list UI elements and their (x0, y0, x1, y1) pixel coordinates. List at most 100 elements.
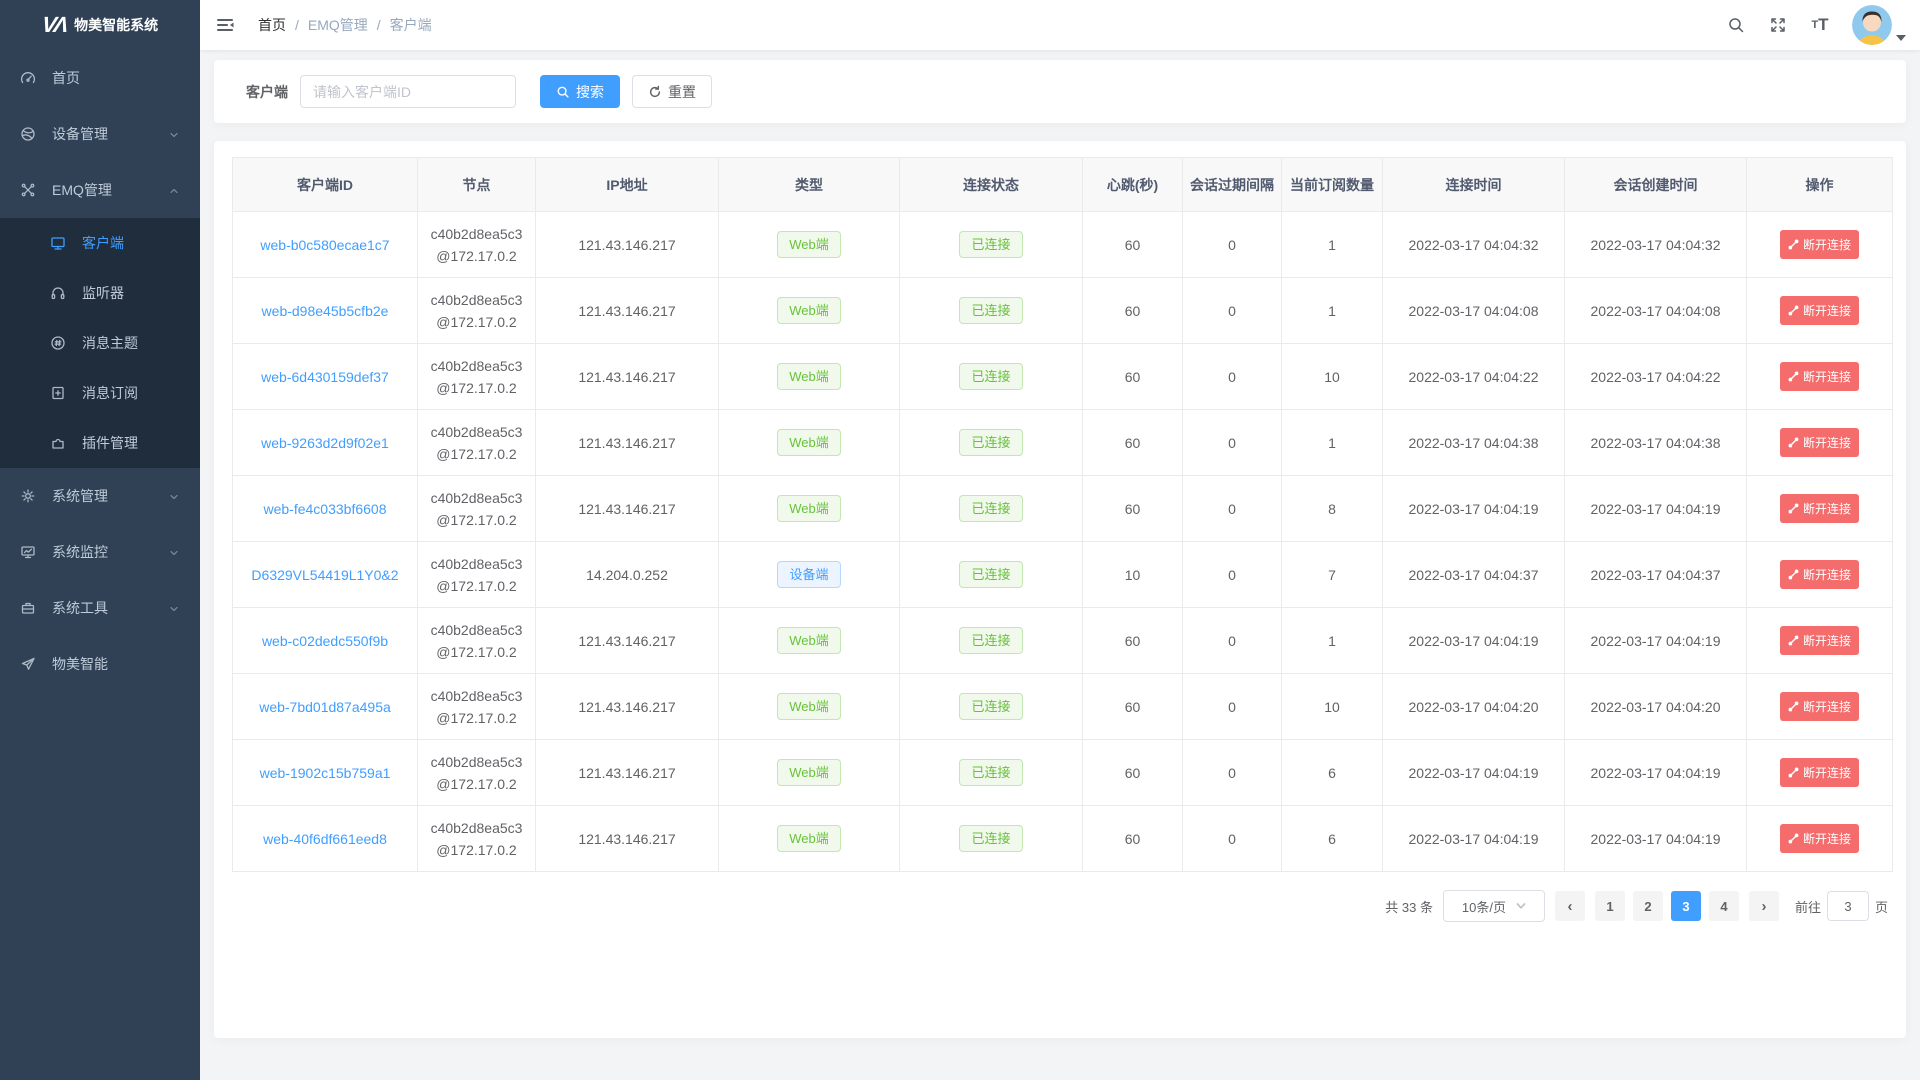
subscribe-icon (50, 385, 66, 401)
sidebar-item-emq[interactable]: EMQ管理 (0, 162, 200, 218)
ip-address: 121.43.146.217 (536, 740, 719, 806)
heartbeat-value: 60 (1083, 344, 1183, 410)
node-name: c40b2d8ea5c3 (418, 223, 535, 245)
status-badge: 已连接 (959, 825, 1022, 852)
column-header: 当前订阅数量 (1282, 158, 1383, 212)
connected-time: 2022-03-17 04:04:22 (1383, 344, 1565, 410)
status-badge: 已连接 (959, 627, 1022, 654)
fullscreen-button[interactable] (1762, 0, 1794, 50)
goto-page-input[interactable] (1827, 891, 1869, 921)
session-created-time: 2022-03-17 04:04:38 (1565, 410, 1747, 476)
sidebar-item-topics[interactable]: 消息主题 (0, 318, 200, 368)
client-id-link[interactable]: web-d98e45b5cfb2e (262, 303, 389, 319)
sidebar-item-plugins[interactable]: 插件管理 (0, 418, 200, 468)
disconnect-button[interactable]: 断开连接 (1780, 494, 1859, 523)
sidebar-item-clients[interactable]: 客户端 (0, 218, 200, 268)
disconnect-button[interactable]: 断开连接 (1780, 824, 1859, 853)
node-name: c40b2d8ea5c3 (418, 553, 535, 575)
client-id-link[interactable]: web-fe4c033bf6608 (264, 501, 387, 517)
status-badge: 已连接 (959, 297, 1022, 324)
session-expiry-value: 0 (1183, 542, 1282, 608)
search-button[interactable] (1720, 0, 1752, 50)
subscription-count: 8 (1282, 476, 1383, 542)
client-id-link[interactable]: web-7bd01d87a495a (259, 699, 391, 715)
disconnect-button[interactable]: 断开连接 (1780, 626, 1859, 655)
table-row: web-7bd01d87a495a c40b2d8ea5c3 @172.17.0… (233, 674, 1893, 740)
disconnect-button[interactable]: 断开连接 (1780, 560, 1859, 589)
sidebar: VΛ 物美智能系统 首页 设备管理 EMQ管理 客户端 监听器 (0, 0, 200, 1080)
chevron-down-icon (168, 128, 180, 140)
sidebar-item-wumei-smart[interactable]: 物美智能 (0, 636, 200, 692)
disconnect-button[interactable]: 断开连接 (1780, 296, 1859, 325)
ip-address: 14.204.0.252 (536, 542, 719, 608)
page-size-select[interactable]: 10条/页 (1443, 890, 1545, 922)
node-address: @172.17.0.2 (418, 377, 535, 399)
connected-time: 2022-03-17 04:04:37 (1383, 542, 1565, 608)
sidebar-item-home[interactable]: 首页 (0, 50, 200, 106)
disconnect-icon (1788, 239, 1799, 250)
search-submit-button[interactable]: 搜索 (540, 75, 620, 108)
app-logo: VΛ 物美智能系统 (0, 0, 200, 50)
subscription-count: 6 (1282, 740, 1383, 806)
breadcrumb-item-emq[interactable]: EMQ管理 (308, 15, 368, 35)
subscription-count: 10 (1282, 344, 1383, 410)
font-size-button[interactable]: TT (1804, 0, 1836, 50)
ip-address: 121.43.146.217 (536, 410, 719, 476)
column-header: 会话创建时间 (1565, 158, 1747, 212)
subscription-count: 1 (1282, 212, 1383, 278)
reset-button[interactable]: 重置 (632, 75, 712, 108)
node-address: @172.17.0.2 (418, 839, 535, 861)
session-created-time: 2022-03-17 04:04:22 (1565, 344, 1747, 410)
client-id-link[interactable]: web-9263d2d9f02e1 (261, 435, 389, 451)
client-id-link[interactable]: web-c02dedc550f9b (262, 633, 388, 649)
connected-time: 2022-03-17 04:04:20 (1383, 674, 1565, 740)
sidebar-item-system-monitor[interactable]: 系统监控 (0, 524, 200, 580)
ip-address: 121.43.146.217 (536, 476, 719, 542)
page-number-button[interactable]: 2 (1633, 891, 1663, 921)
next-page-button[interactable]: › (1749, 891, 1779, 921)
session-expiry-value: 0 (1183, 674, 1282, 740)
type-tag: Web端 (777, 825, 841, 852)
disconnect-button[interactable]: 断开连接 (1780, 362, 1859, 391)
device-globe-icon (20, 126, 36, 142)
client-id-link[interactable]: web-b0c580ecae1c7 (260, 237, 389, 253)
connected-time: 2022-03-17 04:04:19 (1383, 476, 1565, 542)
client-id-link[interactable]: D6329VL54419L1Y0&2 (251, 567, 398, 583)
column-header: 类型 (719, 158, 900, 212)
sidebar-item-system-admin[interactable]: 系统管理 (0, 468, 200, 524)
sidebar-item-label: EMQ管理 (52, 180, 168, 200)
node-address: @172.17.0.2 (418, 311, 535, 333)
client-id-input[interactable] (300, 75, 516, 108)
sidebar-item-listeners[interactable]: 监听器 (0, 268, 200, 318)
disconnect-button[interactable]: 断开连接 (1780, 692, 1859, 721)
sidebar-toggle-button[interactable] (200, 0, 250, 50)
disconnect-button[interactable]: 断开连接 (1780, 428, 1859, 457)
client-id-link[interactable]: web-1902c15b759a1 (260, 765, 391, 781)
user-menu[interactable] (1852, 5, 1906, 45)
sidebar-item-system-tools[interactable]: 系统工具 (0, 580, 200, 636)
table-row: web-6d430159def37 c40b2d8ea5c3 @172.17.0… (233, 344, 1893, 410)
connected-time: 2022-03-17 04:04:19 (1383, 740, 1565, 806)
client-id-link[interactable]: web-40f6df661eed8 (263, 831, 387, 847)
table-row: web-9263d2d9f02e1 c40b2d8ea5c3 @172.17.0… (233, 410, 1893, 476)
client-id-link[interactable]: web-6d430159def37 (261, 369, 389, 385)
breadcrumb-item-home[interactable]: 首页 (258, 15, 286, 35)
sidebar-item-label: 监听器 (82, 283, 180, 303)
node-address: @172.17.0.2 (418, 575, 535, 597)
prev-page-button[interactable]: ‹ (1555, 891, 1585, 921)
column-header: IP地址 (536, 158, 719, 212)
page-number-button[interactable]: 3 (1671, 891, 1701, 921)
session-expiry-value: 0 (1183, 476, 1282, 542)
dashboard-icon (20, 70, 36, 86)
sidebar-item-label: 首页 (52, 68, 180, 88)
page-number-button[interactable]: 1 (1595, 891, 1625, 921)
sidebar-item-devices[interactable]: 设备管理 (0, 106, 200, 162)
session-expiry-value: 0 (1183, 212, 1282, 278)
page-number-button[interactable]: 4 (1709, 891, 1739, 921)
node-name: c40b2d8ea5c3 (418, 421, 535, 443)
breadcrumb-item-current: 客户端 (390, 15, 432, 35)
search-icon (556, 85, 570, 99)
disconnect-button[interactable]: 断开连接 (1780, 230, 1859, 259)
sidebar-item-subscriptions[interactable]: 消息订阅 (0, 368, 200, 418)
disconnect-button[interactable]: 断开连接 (1780, 758, 1859, 787)
